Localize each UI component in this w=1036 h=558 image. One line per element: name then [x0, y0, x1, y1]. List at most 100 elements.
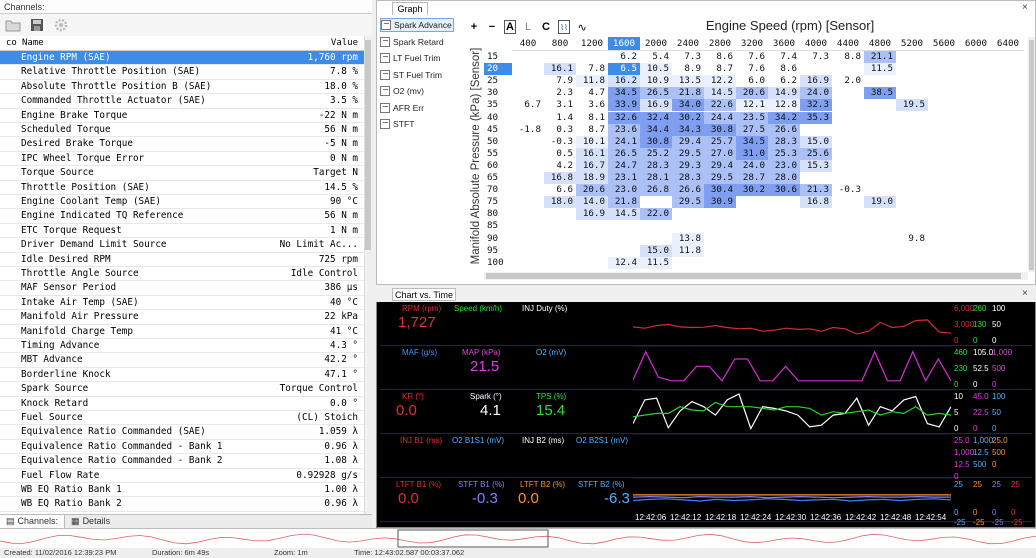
channel-row[interactable]: Manifold Charge Temp 41 °C [0, 325, 364, 339]
table-cell[interactable] [960, 124, 992, 136]
table-cell[interactable] [864, 136, 896, 148]
table-cell[interactable]: 34.5 [736, 135, 768, 148]
table-cell[interactable]: 6.6 [544, 184, 576, 197]
table-cell[interactable] [992, 63, 1024, 75]
channel-row[interactable]: Scheduled Torque 56 N m [0, 123, 364, 138]
table-cell[interactable] [512, 51, 544, 63]
tab-chart-vs-time[interactable]: Chart vs. Time [392, 288, 456, 301]
table-cell[interactable] [896, 112, 928, 124]
channel-row[interactable]: Timing Advance 4.3 ° [0, 339, 364, 354]
table-cell[interactable]: 15.0 [640, 244, 672, 257]
table-cell[interactable] [608, 233, 640, 245]
table-cell[interactable]: 14.0 [576, 196, 608, 209]
histogram-icon[interactable]: ⌇⌇ [557, 20, 571, 34]
table-cell[interactable] [704, 208, 736, 220]
graph-series-item[interactable]: O2 (mv) [380, 84, 454, 98]
tab-channels[interactable]: ▤ Channels: [0, 515, 66, 528]
table-cell[interactable] [576, 245, 608, 257]
table-cell[interactable] [544, 233, 576, 245]
table-cell[interactable]: 32.3 [800, 99, 832, 112]
table-cell[interactable] [512, 160, 544, 172]
table-cell[interactable] [864, 112, 896, 124]
table-cell[interactable] [928, 136, 960, 148]
channels-scroll-thumb[interactable] [365, 40, 371, 250]
channel-row[interactable]: Intake Air Temp (SAE) 40 °C [0, 296, 364, 311]
channel-row[interactable]: Throttle Angle Source Idle Control [0, 267, 364, 282]
table-cell[interactable]: 26.5 [640, 87, 672, 100]
remove-icon[interactable]: − [486, 20, 498, 34]
table-cell[interactable] [960, 233, 992, 245]
table-cell[interactable]: 30.8 [640, 135, 672, 148]
table-cell[interactable]: 21.1 [864, 51, 896, 63]
channel-row[interactable]: Relative Throttle Position (SAE) 7.8 % [0, 65, 364, 80]
table-cell[interactable] [704, 220, 736, 232]
table-cell[interactable]: 26.6 [672, 184, 704, 197]
table-cell[interactable] [832, 124, 864, 136]
table-cell[interactable]: 8.7 [576, 123, 608, 136]
table-cell[interactable] [512, 75, 544, 87]
table-cell[interactable] [768, 245, 800, 257]
table-cell[interactable] [832, 257, 864, 269]
wave-icon[interactable]: ∿ [576, 20, 588, 34]
channel-row[interactable]: Engine Brake Torque -22 N m [0, 109, 364, 123]
table-cell[interactable] [992, 196, 1024, 208]
table-cell[interactable]: 30.4 [704, 184, 736, 197]
table-cell[interactable] [960, 51, 992, 63]
table-cell[interactable] [928, 220, 960, 232]
table-cell[interactable]: 30.8 [704, 123, 736, 136]
table-cell[interactable] [800, 257, 832, 269]
channel-row[interactable]: Engine Indicated TQ Reference 56 N m [0, 209, 364, 224]
table-cell[interactable] [928, 63, 960, 75]
table-cell[interactable]: 2.3 [544, 87, 576, 100]
column-value[interactable]: Value [331, 38, 358, 48]
table-cell[interactable]: 7.4 [768, 51, 800, 63]
table-cell[interactable]: 0.5 [544, 147, 576, 160]
table-cell[interactable]: 23.0 [768, 159, 800, 172]
table-cell[interactable]: 25.3 [768, 147, 800, 160]
channel-row[interactable]: Desired Brake Torque -5 N m [0, 137, 364, 152]
table-cell[interactable]: 26.8 [640, 184, 672, 197]
mode-a-button[interactable]: A [503, 20, 517, 34]
table-cell[interactable] [832, 233, 864, 245]
close-icon[interactable]: × [1022, 2, 1028, 13]
table-cell[interactable]: 12.1 [736, 99, 768, 112]
table-cell[interactable] [960, 172, 992, 184]
table-cell[interactable]: 13.5 [672, 75, 704, 88]
table-cell[interactable] [992, 208, 1024, 220]
table-cell[interactable] [960, 75, 992, 87]
table-cell[interactable] [640, 233, 672, 245]
table-cell[interactable] [960, 112, 992, 124]
table-cell[interactable] [992, 51, 1024, 63]
table-cell[interactable] [928, 51, 960, 63]
table-cell[interactable]: 14.5 [704, 87, 736, 100]
table-cell[interactable] [544, 220, 576, 232]
table-cell[interactable] [640, 220, 672, 232]
table-cell[interactable]: 34.5 [608, 87, 640, 100]
table-cell[interactable]: 7.9 [544, 75, 576, 88]
table-cell[interactable] [960, 87, 992, 99]
table-cell[interactable] [800, 124, 832, 136]
table-cell[interactable] [960, 257, 992, 269]
table-cell[interactable]: 11.5 [864, 63, 896, 76]
table-cell[interactable] [800, 245, 832, 257]
table-cell[interactable] [768, 208, 800, 220]
table-cell[interactable] [512, 184, 544, 196]
table-cell[interactable]: 16.8 [800, 196, 832, 209]
table-cell[interactable] [512, 208, 544, 220]
table-cell[interactable] [512, 148, 544, 160]
channel-row[interactable]: WB EQ Ratio Bank 2 0.96 λ [0, 497, 364, 512]
table-cell[interactable]: 24.0 [736, 159, 768, 172]
table-cell[interactable] [896, 51, 928, 63]
mode-l-button[interactable]: L [522, 20, 534, 34]
table-cell[interactable]: 13.8 [672, 232, 704, 245]
mode-c-button[interactable]: C [540, 20, 552, 34]
table-cell[interactable]: 20.6 [736, 87, 768, 100]
graph-horizontal-scroll-thumb[interactable] [486, 273, 1021, 279]
table-cell[interactable]: 4.7 [576, 87, 608, 100]
table-cell[interactable]: 16.2 [608, 75, 640, 88]
channel-row[interactable]: Equivalence Ratio Commanded - Bank 2 1.08… [0, 454, 364, 469]
table-cell[interactable] [864, 124, 896, 136]
table-cell[interactable]: 10.1 [576, 135, 608, 148]
table-cell[interactable]: 27.5 [736, 123, 768, 136]
table-cell[interactable]: 23.0 [608, 184, 640, 197]
